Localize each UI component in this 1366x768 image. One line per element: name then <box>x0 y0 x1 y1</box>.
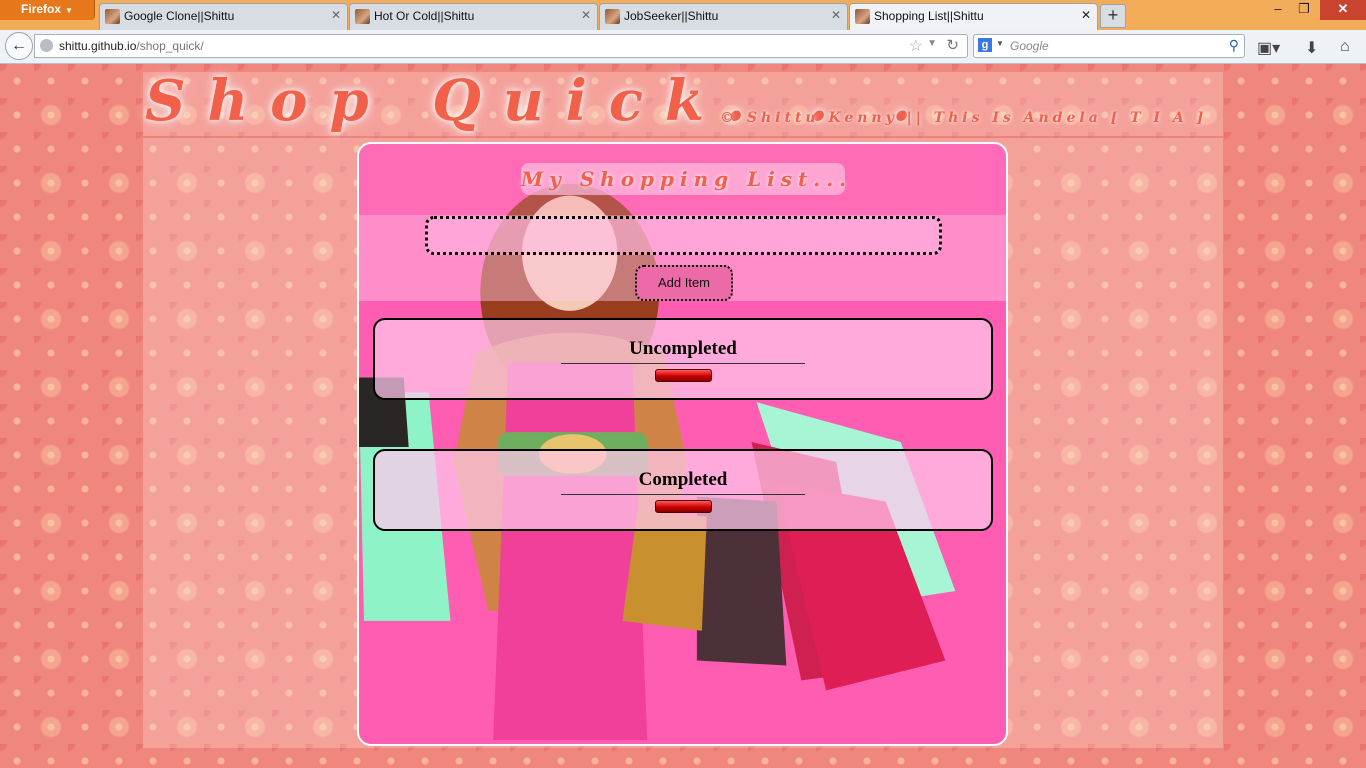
tab-title: Google Clone||Shittu <box>124 9 235 23</box>
url-text: shittu.github.io/shop_quick/ <box>59 39 204 53</box>
tab-shopping-list[interactable]: Shopping List||Shittu ✕ <box>849 3 1098 30</box>
bookmarks-menu-icon[interactable]: ▣▾ <box>1257 38 1280 58</box>
tab-google-clone[interactable]: Google Clone||Shittu ✕ <box>99 3 348 30</box>
downloads-icon[interactable]: ⬇ <box>1305 38 1318 58</box>
favicon-icon <box>605 9 620 24</box>
search-placeholder: Google <box>1010 39 1049 53</box>
list-heading: My Shopping List... <box>521 163 846 195</box>
close-window-icon[interactable]: ✕ <box>1320 0 1366 20</box>
completed-toggle-button[interactable] <box>655 500 712 513</box>
favicon-icon <box>355 9 370 24</box>
home-icon[interactable]: ⌂ <box>1340 38 1350 56</box>
reload-icon[interactable]: ↻ <box>946 36 959 54</box>
add-item-button[interactable]: Add Item <box>635 265 733 301</box>
chevron-down-icon[interactable]: ▼ <box>996 39 1004 48</box>
close-tab-icon[interactable]: ✕ <box>831 8 841 22</box>
firefox-menu-label: Firefox <box>21 2 62 16</box>
shopping-list-panel: My Shopping List... Add Item Uncompleted… <box>357 142 1008 746</box>
uncompleted-toggle-button[interactable] <box>655 369 712 382</box>
uncompleted-list: Uncompleted <box>373 318 993 400</box>
site-credit: © Shittu Kenny || This Is Andela [ T I A… <box>720 110 1208 126</box>
divider <box>561 494 805 495</box>
tab-title: Shopping List||Shittu <box>874 9 984 23</box>
globe-icon <box>40 39 53 52</box>
favicon-icon <box>855 9 870 24</box>
tab-strip: Firefox ▼ Google Clone||Shittu ✕ Hot Or C… <box>0 0 1366 30</box>
tab-title: JobSeeker||Shittu <box>624 9 719 23</box>
back-arrow-icon[interactable]: ← <box>5 32 33 60</box>
new-tab-button[interactable]: + <box>1100 4 1126 28</box>
navigation-toolbar: ← shittu.github.io/shop_quick/ ☆ ▼ ↻ g ▼… <box>0 30 1366 64</box>
divider <box>561 363 805 364</box>
favicon-icon <box>105 9 120 24</box>
url-bar[interactable]: shittu.github.io/shop_quick/ ☆ ▼ ↻ <box>34 34 968 58</box>
chevron-down-icon: ▼ <box>65 6 73 15</box>
google-engine-icon[interactable]: g <box>978 38 992 52</box>
close-tab-icon[interactable]: ✕ <box>581 8 591 22</box>
tab-title: Hot Or Cold||Shittu <box>374 9 475 23</box>
restore-window-icon[interactable]: ❐ <box>1290 0 1318 20</box>
search-bar[interactable]: g ▼ Google ⚲ <box>973 34 1245 58</box>
divider <box>143 136 1223 138</box>
chevron-down-icon[interactable]: ▼ <box>927 38 937 49</box>
page-background: Shop Quick. . . © Shittu Kenny || This I… <box>0 64 1366 768</box>
completed-list: Completed <box>373 449 993 531</box>
item-input[interactable] <box>425 216 942 255</box>
url-host: shittu.github.io <box>59 39 137 53</box>
bookmark-star-icon[interactable]: ☆ <box>909 36 923 56</box>
uncompleted-heading: Uncompleted <box>629 338 737 359</box>
url-path: /shop_quick/ <box>136 39 204 53</box>
firefox-menu-button[interactable]: Firefox ▼ <box>0 0 95 20</box>
close-tab-icon[interactable]: ✕ <box>1081 8 1091 22</box>
minimize-window-icon[interactable]: – <box>1264 0 1292 20</box>
tab-jobseeker[interactable]: JobSeeker||Shittu ✕ <box>599 3 848 30</box>
search-icon[interactable]: ⚲ <box>1229 37 1239 54</box>
completed-heading: Completed <box>638 469 728 490</box>
tab-hot-or-cold[interactable]: Hot Or Cold||Shittu ✕ <box>349 3 598 30</box>
close-tab-icon[interactable]: ✕ <box>331 8 341 22</box>
